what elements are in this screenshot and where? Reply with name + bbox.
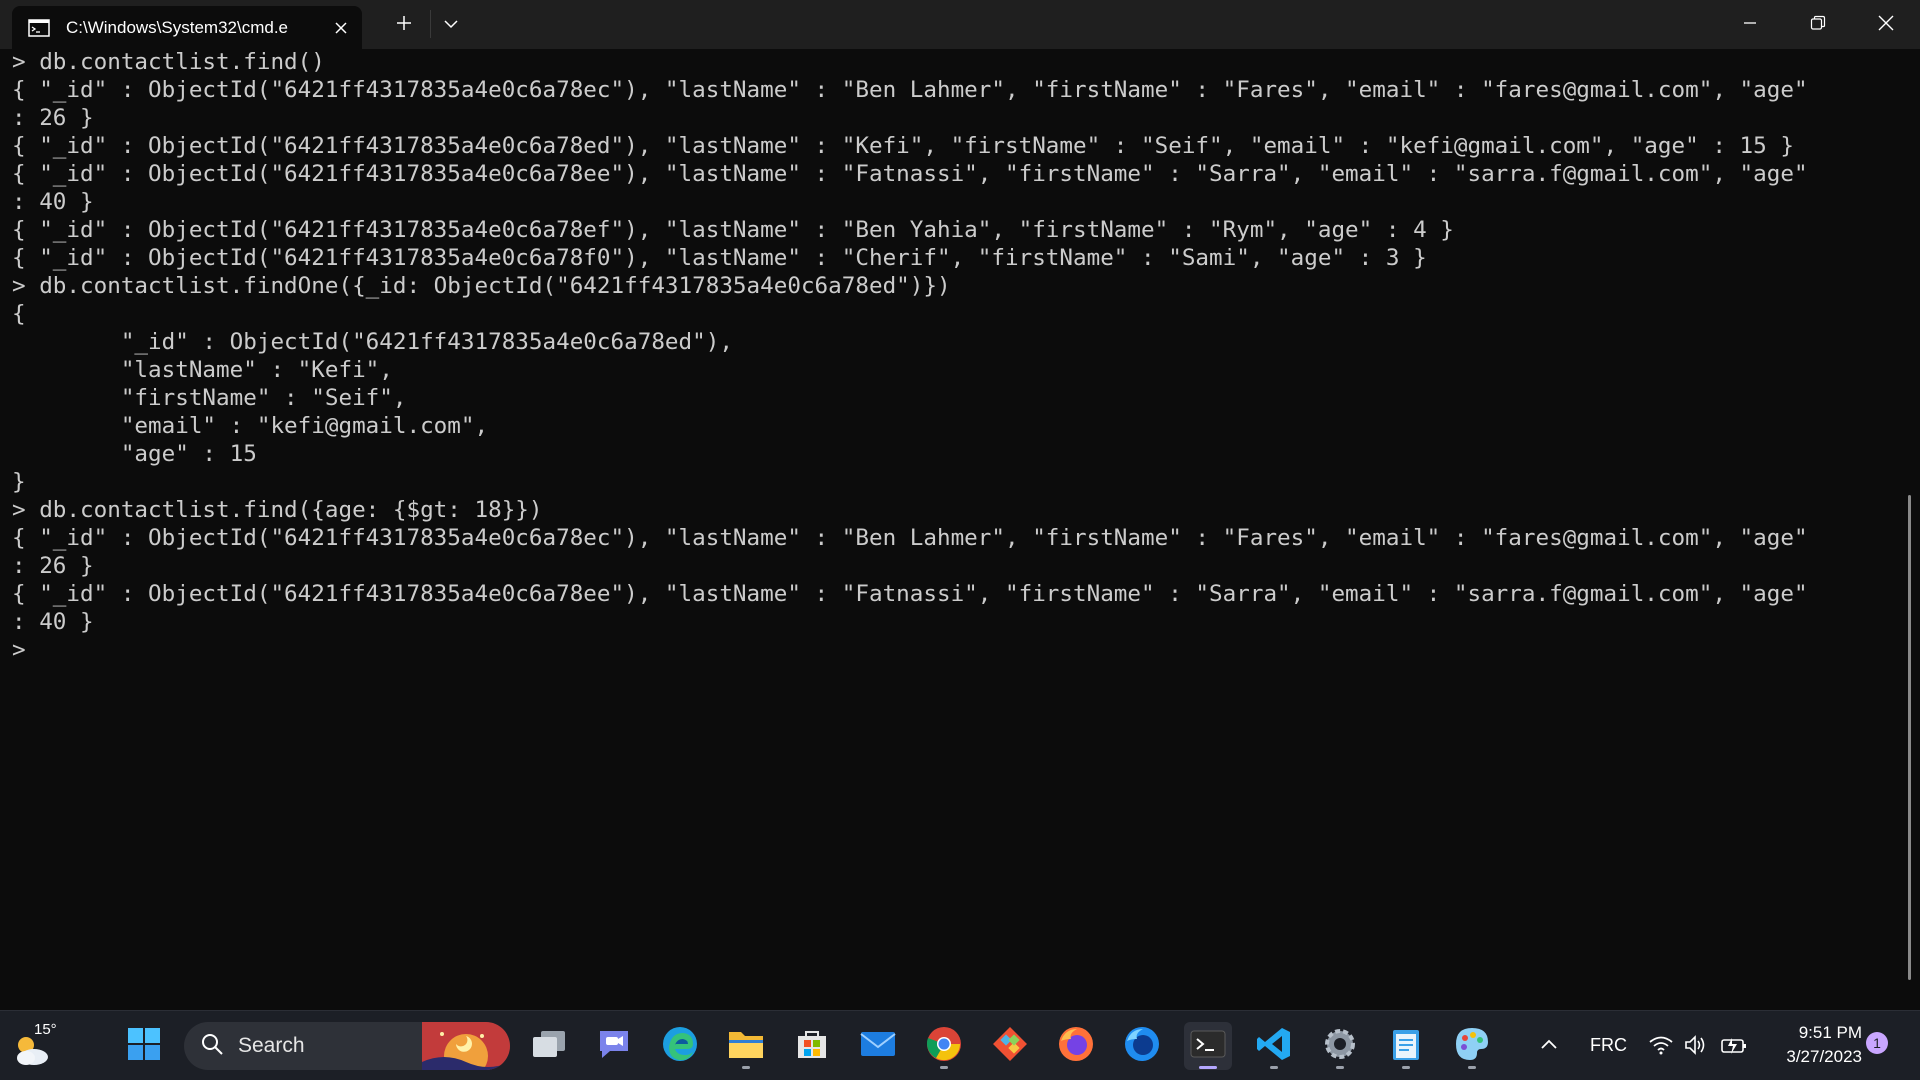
clock-date: 3/27/2023 — [1786, 1047, 1862, 1066]
taskbar-vscode[interactable] — [1250, 1022, 1298, 1070]
active-indicator — [1199, 1066, 1217, 1069]
tab-title: C:\Windows\System32\cmd.e — [66, 17, 289, 37]
restore-button[interactable] — [1788, 6, 1848, 44]
paint-icon — [1453, 1025, 1491, 1068]
terminal-line: : 40 } — [12, 189, 94, 215]
tab-dropdown-button[interactable] — [436, 6, 466, 44]
terminal-line: "lastName" : "Kefi", — [12, 357, 393, 383]
vscode-icon — [1255, 1025, 1293, 1068]
terminal-line: > db.contactlist.findOne({_id: ObjectId(… — [12, 273, 951, 299]
taskbar-git[interactable] — [986, 1022, 1034, 1070]
taskbar-file-explorer[interactable] — [722, 1022, 770, 1070]
terminal-line: "age" : 15 — [12, 441, 257, 467]
battery-icon[interactable] — [1720, 1035, 1748, 1060]
search-highlight-icon — [422, 1022, 510, 1070]
taskbar-task-view[interactable] — [525, 1022, 573, 1070]
git-icon — [991, 1025, 1029, 1068]
clock-time: 9:51 PM — [1798, 1023, 1862, 1042]
chevron-down-icon — [444, 16, 458, 34]
terminal-line: { "_id" : ObjectId("6421ff4317835a4e0c6a… — [12, 525, 1808, 551]
minimize-button[interactable] — [1720, 6, 1780, 44]
terminal-output[interactable]: > db.contactlist.find() { "_id" : Object… — [0, 49, 1905, 1010]
taskbar-clock[interactable]: 9:51 PM 3/27/2023 — [1766, 1021, 1862, 1069]
firefox-icon — [1057, 1025, 1095, 1068]
terminal-line: > db.contactlist.find() — [12, 49, 325, 75]
chrome-icon — [925, 1025, 963, 1068]
title-bar: C:\Windows\System32\cmd.e — [0, 0, 1920, 49]
terminal-line: "_id" : ObjectId("6421ff4317835a4e0c6a78… — [12, 329, 733, 355]
plus-icon — [396, 15, 412, 36]
task-view-icon — [531, 1029, 567, 1064]
terminal-line: { "_id" : ObjectId("6421ff4317835a4e0c6a… — [12, 245, 1427, 271]
minimize-icon — [1743, 16, 1757, 35]
mail-icon — [859, 1029, 897, 1064]
taskbar-search[interactable]: Search — [184, 1022, 510, 1070]
partly-cloudy-icon — [12, 1033, 52, 1072]
terminal-line: { "_id" : ObjectId("6421ff4317835a4e0c6a… — [12, 217, 1454, 243]
file-explorer-icon — [727, 1028, 765, 1065]
terminal-line: "email" : "kefi@gmail.com", — [12, 413, 489, 439]
notepad-icon — [1390, 1026, 1422, 1067]
tab-cmd[interactable]: C:\Windows\System32\cmd.e — [12, 6, 362, 49]
teams-chat-icon — [596, 1027, 632, 1066]
notification-badge[interactable]: 1 — [1866, 1032, 1888, 1054]
restore-icon — [1810, 15, 1826, 36]
input-language[interactable]: FRC — [1590, 1035, 1627, 1056]
taskbar-terminal[interactable] — [1184, 1022, 1232, 1070]
wifi-icon[interactable] — [1648, 1035, 1674, 1060]
terminal-line: { "_id" : ObjectId("6421ff4317835a4e0c6a… — [12, 133, 1794, 159]
settings-icon — [1322, 1026, 1358, 1067]
new-tab-button[interactable] — [384, 6, 424, 44]
running-indicator — [742, 1066, 750, 1069]
weather-widget[interactable]: 15° — [10, 1019, 60, 1073]
terminal-line: { "_id" : ObjectId("6421ff4317835a4e0c6a… — [12, 77, 1808, 103]
firefox-developer-icon — [1123, 1025, 1161, 1068]
running-indicator — [940, 1066, 948, 1069]
terminal-prompt[interactable]: > — [0, 636, 1905, 665]
tab-separator — [430, 10, 431, 38]
terminal-line: : 26 } — [12, 105, 94, 131]
running-indicator — [1402, 1066, 1410, 1069]
search-label: Search — [238, 1034, 305, 1057]
terminal-line: { "_id" : ObjectId("6421ff4317835a4e0c6a… — [12, 581, 1808, 607]
terminal-line: { — [12, 301, 26, 327]
show-hidden-icons-button[interactable] — [1524, 1022, 1574, 1070]
taskbar-mail[interactable] — [854, 1022, 902, 1070]
terminal-line: : 26 } — [12, 553, 94, 579]
taskbar-firefox-developer[interactable] — [1118, 1022, 1166, 1070]
taskbar-firefox[interactable] — [1052, 1022, 1100, 1070]
taskbar-paint[interactable] — [1448, 1022, 1496, 1070]
weather-temperature: 15° — [34, 1021, 57, 1038]
terminal-line: : 40 } — [12, 609, 94, 635]
terminal-line: } — [12, 469, 26, 495]
terminal-line: > db.contactlist.find({age: {$gt: 18}}) — [12, 497, 543, 523]
taskbar-store[interactable] — [788, 1022, 836, 1070]
terminal-line: "firstName" : "Seif", — [12, 385, 407, 411]
edge-icon — [661, 1025, 699, 1068]
microsoft-store-icon — [794, 1026, 830, 1067]
windows-start-icon — [127, 1027, 161, 1066]
close-icon — [1878, 15, 1894, 36]
terminal-line: { "_id" : ObjectId("6421ff4317835a4e0c6a… — [12, 161, 1808, 187]
taskbar-teams[interactable] — [590, 1022, 638, 1070]
cmd-icon — [28, 18, 50, 37]
search-icon — [200, 1032, 224, 1061]
close-window-button[interactable] — [1856, 6, 1916, 44]
taskbar-settings[interactable] — [1316, 1022, 1364, 1070]
tab-close-icon[interactable] — [328, 15, 354, 41]
start-button[interactable] — [120, 1022, 168, 1070]
volume-icon[interactable] — [1684, 1035, 1708, 1060]
taskbar-edge[interactable] — [656, 1022, 704, 1070]
terminal-scrollbar[interactable] — [1908, 495, 1911, 980]
running-indicator — [1468, 1066, 1476, 1069]
taskbar-notepad[interactable] — [1382, 1022, 1430, 1070]
taskbar-chrome[interactable] — [920, 1022, 968, 1070]
taskbar: 15° Search FRC 9:51 PM 3/27/2023 — [0, 1010, 1920, 1080]
running-indicator — [1336, 1066, 1344, 1069]
terminal-icon — [1190, 1029, 1226, 1064]
chevron-up-icon — [1540, 1037, 1558, 1055]
running-indicator — [1270, 1066, 1278, 1069]
